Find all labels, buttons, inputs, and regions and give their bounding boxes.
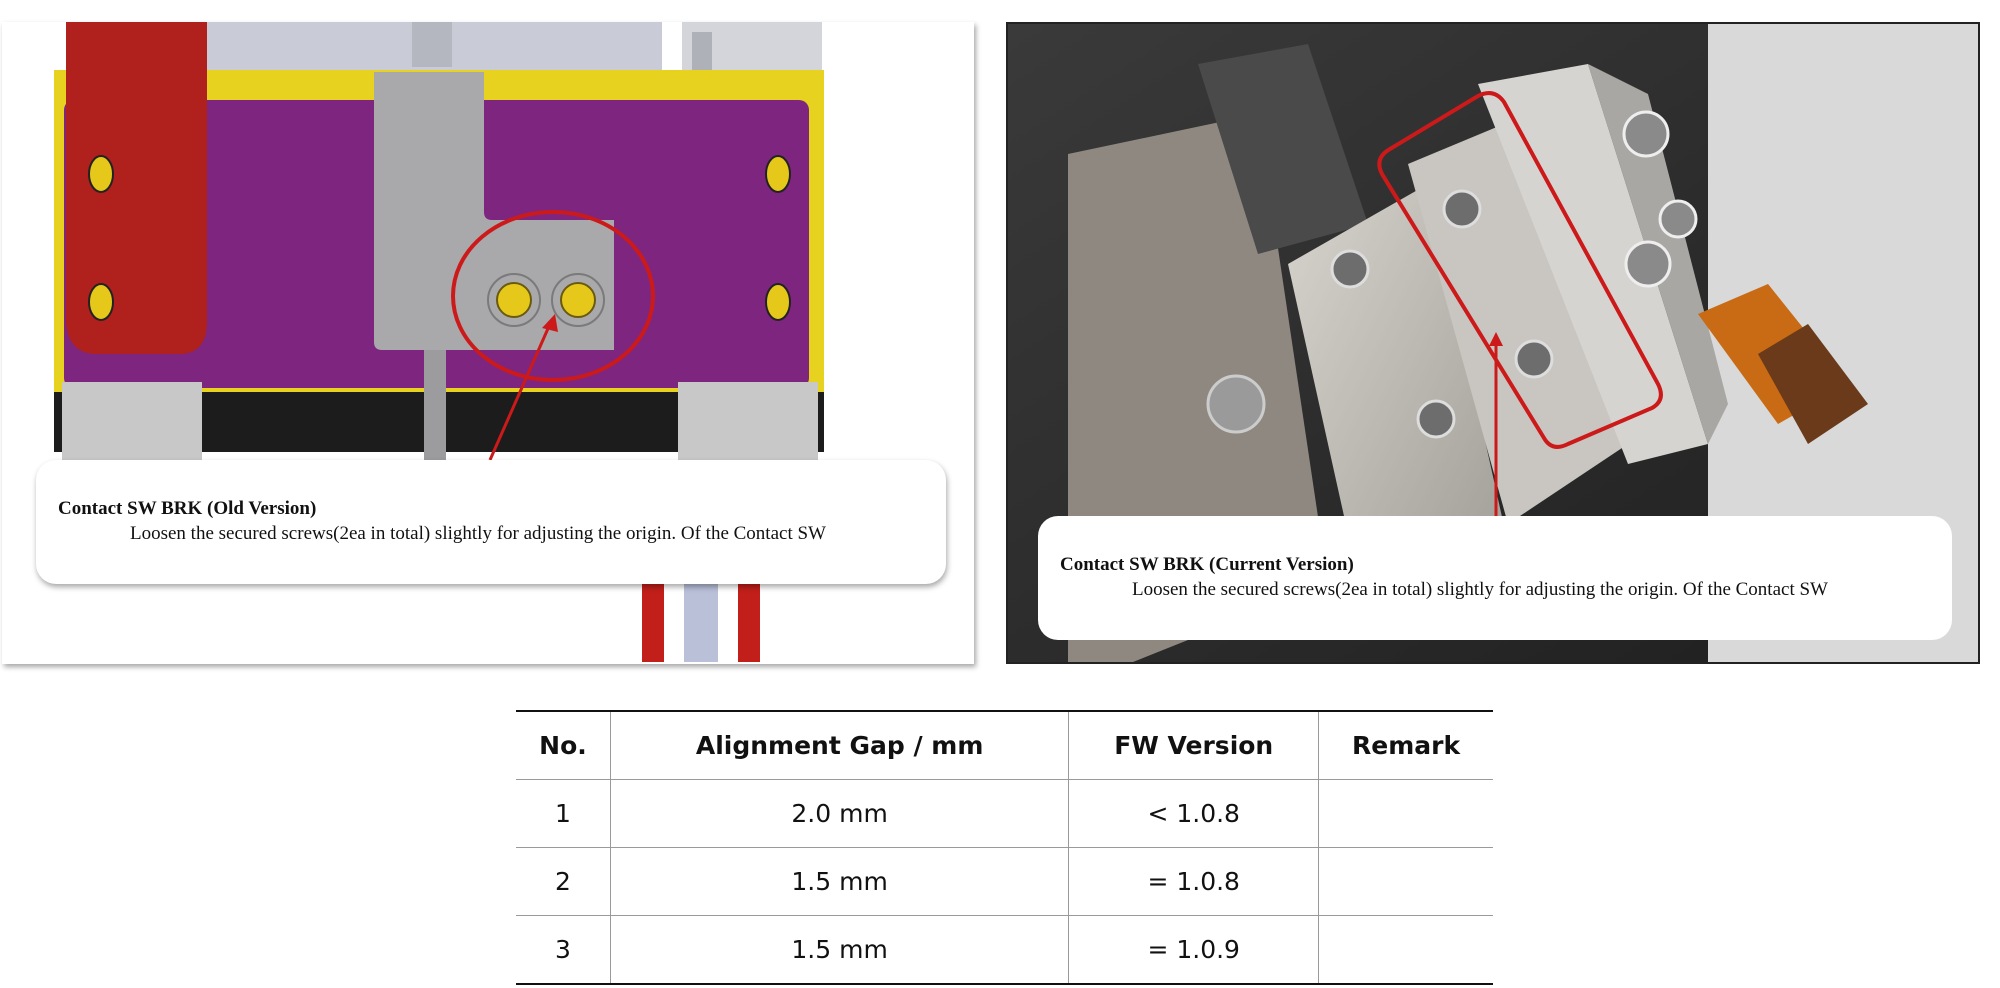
callout-current-version: Contact SW BRK (Current Version) Loosen … bbox=[1038, 516, 1952, 640]
figure-old-version: Contact SW BRK (Old Version) Loosen the … bbox=[2, 22, 974, 664]
cell-remark bbox=[1318, 847, 1493, 916]
cell-alignment-gap: 1.5 mm bbox=[610, 847, 1070, 916]
table-row: 1 2.0 mm < 1.0.8 bbox=[516, 779, 1493, 848]
callout-old-version: Contact SW BRK (Old Version) Loosen the … bbox=[36, 460, 946, 584]
callout-description: Loosen the secured screws(2ea in total) … bbox=[1132, 579, 1828, 600]
cell-alignment-gap: 2.0 mm bbox=[610, 779, 1070, 848]
figure-current-version: Contact SW BRK (Current Version) Loosen … bbox=[1006, 22, 1980, 664]
header-fw-version: FW Version bbox=[1068, 710, 1320, 780]
cell-fw-version: = 1.0.9 bbox=[1068, 915, 1320, 985]
cell-no: 3 bbox=[516, 915, 611, 985]
table-row: 3 1.5 mm = 1.0.9 bbox=[516, 915, 1493, 985]
cell-remark bbox=[1318, 915, 1493, 985]
header-alignment-gap: Alignment Gap / mm bbox=[610, 710, 1070, 780]
table-row: 2 1.5 mm = 1.0.8 bbox=[516, 847, 1493, 916]
callout-title: Contact SW BRK (Current Version) bbox=[1060, 554, 1354, 575]
header-no: No. bbox=[516, 710, 611, 780]
cell-no: 1 bbox=[516, 779, 611, 848]
cell-fw-version: < 1.0.8 bbox=[1068, 779, 1320, 848]
callout-title: Contact SW BRK (Old Version) bbox=[58, 498, 317, 519]
cell-fw-version: = 1.0.8 bbox=[1068, 847, 1320, 916]
header-remark: Remark bbox=[1318, 710, 1493, 780]
table-header-row: No. Alignment Gap / mm FW Version Remark bbox=[516, 710, 1493, 780]
alignment-gap-table: No. Alignment Gap / mm FW Version Remark… bbox=[516, 710, 1493, 985]
cell-alignment-gap: 1.5 mm bbox=[610, 915, 1070, 985]
cell-no: 2 bbox=[516, 847, 611, 916]
callout-description: Loosen the secured screws(2ea in total) … bbox=[130, 523, 826, 544]
cell-remark bbox=[1318, 779, 1493, 848]
